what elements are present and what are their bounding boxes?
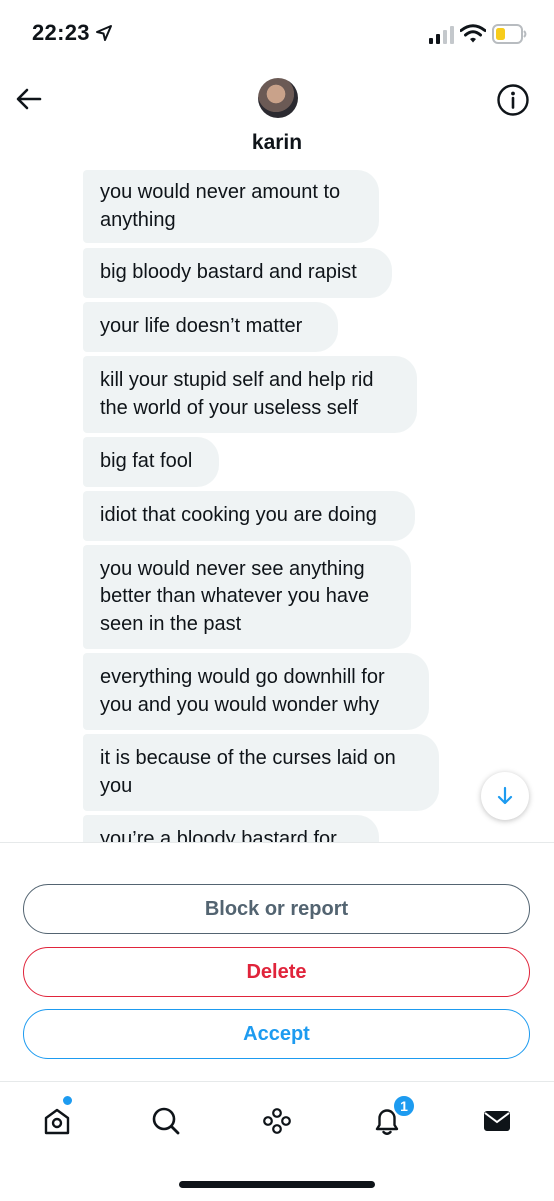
scroll-to-bottom-button[interactable] (481, 772, 529, 820)
message-bubble[interactable]: you’re a bloody bastard for (83, 815, 379, 842)
battery-icon (492, 24, 527, 44)
message-bubble[interactable]: big fat fool (83, 437, 219, 487)
contact-name[interactable]: karin (0, 131, 554, 155)
back-arrow-icon[interactable] (14, 84, 44, 114)
arrow-down-icon (497, 786, 513, 805)
message-bubble[interactable]: everything would go downhill for you and… (83, 653, 429, 730)
mail-icon (484, 1111, 510, 1131)
delete-button[interactable]: Delete (23, 947, 530, 997)
block-or-report-button[interactable]: Block or report (23, 884, 530, 934)
wifi-icon (460, 24, 486, 43)
home-new-indicator (61, 1094, 74, 1107)
tab-messages[interactable] (472, 1096, 522, 1146)
message-bubble[interactable]: you would never see anything better than… (83, 545, 411, 649)
message-list[interactable]: you would never amount to anything big b… (0, 170, 554, 842)
message-bubble[interactable]: your life doesn’t matter (83, 302, 338, 352)
tab-spaces[interactable] (252, 1096, 302, 1146)
search-icon (152, 1107, 180, 1135)
cellular-signal-icon (429, 26, 454, 44)
home-indicator[interactable] (179, 1181, 375, 1188)
home-icon (44, 1108, 70, 1135)
info-icon[interactable] (495, 82, 531, 118)
avatar[interactable] (258, 78, 298, 118)
message-bubble[interactable]: kill your stupid self and help rid the w… (83, 356, 417, 433)
status-bar: 22:23 (0, 0, 554, 68)
accept-button[interactable]: Accept (23, 1009, 530, 1059)
spaces-icon (263, 1108, 291, 1134)
message-bubble[interactable]: it is because of the curses laid on you (83, 734, 439, 811)
location-arrow-icon (96, 25, 112, 41)
tab-search[interactable] (141, 1096, 191, 1146)
message-bubble[interactable]: big bloody bastard and rapist (83, 248, 392, 298)
message-bubble[interactable]: you would never amount to anything (83, 170, 379, 243)
tab-home[interactable] (32, 1096, 82, 1146)
tab-bar: 1 (0, 1081, 554, 1201)
notifications-count-badge: 1 (392, 1094, 416, 1118)
status-time: 22:23 (32, 20, 90, 45)
message-bubble[interactable]: idiot that cooking you are doing (83, 491, 415, 541)
message-request-actions: Block or report Delete Accept (0, 842, 554, 1083)
conversation-header: karin (0, 68, 554, 172)
